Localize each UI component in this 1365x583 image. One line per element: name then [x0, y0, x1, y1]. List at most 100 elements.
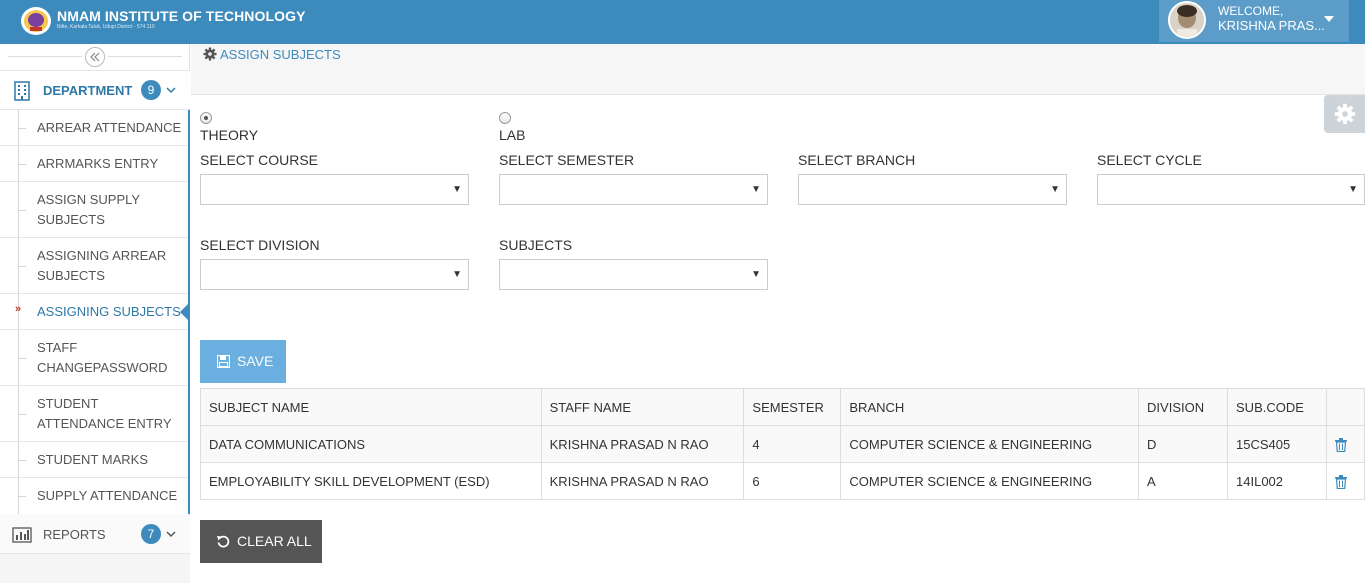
sidebar-item-label: ARRMARKS ENTRY [37, 156, 159, 171]
cell-semester: 4 [743, 425, 842, 463]
column-header-sub-code[interactable]: SUB.CODE [1227, 388, 1327, 426]
sidebar-item-arrear-attendance[interactable]: ARREAR ATTENDANCE [0, 110, 188, 146]
caret-down-icon: ▼ [751, 184, 761, 195]
collapse-sidebar-button[interactable] [85, 47, 105, 67]
subjects-select[interactable]: ▼ [499, 259, 768, 290]
caret-down-icon: ▼ [452, 184, 462, 195]
sidebar-item-arrmarks-entry[interactable]: ARRMARKS ENTRY [0, 146, 188, 182]
column-header-staff-name[interactable]: STAFF NAME [540, 388, 745, 426]
sidebar-item-supply-attendance[interactable]: SUPPLY ATTENDANCE [0, 478, 188, 514]
table-row: EMPLOYABILITY SKILL DEVELOPMENT (ESD) KR… [200, 462, 1365, 500]
count-badge: 7 [141, 524, 161, 544]
subjects-label: SUBJECTS [499, 237, 573, 253]
floppy-disk-icon [217, 355, 230, 368]
sidebar-item-label: ARREAR ATTENDANCE [37, 120, 182, 135]
sidebar-item-student-marks[interactable]: STUDENT MARKS [0, 442, 188, 478]
assigned-subjects-table: SUBJECT NAME STAFF NAME SEMESTER BRANCH … [200, 388, 1365, 500]
sidebar-item-label: DEPARTMENT [43, 83, 133, 98]
sidebar-item-student-attendance-entry[interactable]: STUDENT ATTENDANCE ENTRY [0, 386, 188, 442]
theory-radio[interactable] [200, 112, 212, 124]
cell-semester: 6 [743, 462, 842, 500]
cell-division: A [1138, 462, 1229, 500]
sidebar-item-label: ASSIGNING ARREAR SUBJECTS [37, 248, 167, 283]
user-menu[interactable]: WELCOME, KRISHNA PRAS... [1159, 0, 1349, 42]
cell-division: D [1138, 425, 1229, 463]
cell-subject-name: DATA COMMUNICATIONS [200, 425, 542, 463]
branch-label: SELECT BRANCH [798, 152, 916, 168]
save-button-label: SAVE [237, 353, 274, 369]
breadcrumb: ASSIGN SUBJECTS [191, 44, 1365, 95]
cell-actions [1325, 462, 1365, 500]
branch-select[interactable]: ▼ [798, 174, 1067, 205]
table-header-row: SUBJECT NAME STAFF NAME SEMESTER BRANCH … [200, 388, 1365, 426]
clear-all-button[interactable]: CLEAR ALL [200, 520, 322, 563]
caret-down-icon: ▼ [1348, 184, 1358, 195]
cycle-label: SELECT CYCLE [1097, 152, 1202, 168]
top-header: NMAM INSTITUTE OF TECHNOLOGY Nitte, Kark… [0, 0, 1365, 44]
caret-down-icon: ▼ [452, 269, 462, 280]
department-submenu: ARREAR ATTENDANCE ARRMARKS ENTRY ASSIGN … [0, 110, 190, 514]
column-header-subject-name[interactable]: SUBJECT NAME [200, 388, 542, 426]
cell-sub-code: 14IL002 [1227, 462, 1327, 500]
cell-staff-name: KRISHNA PRASAD N RAO [540, 425, 745, 463]
undo-icon [217, 535, 230, 548]
sidebar-footer [0, 554, 190, 583]
divider [108, 56, 182, 57]
column-header-division[interactable]: DIVISION [1138, 388, 1229, 426]
lab-radio-label: LAB [499, 127, 526, 143]
column-header-branch[interactable]: BRANCH [840, 388, 1140, 426]
course-label: SELECT COURSE [200, 152, 318, 168]
sidebar-item-label: SUPPLY ATTENDANCE [37, 488, 178, 503]
sidebar: DEPARTMENT 9 ARREAR ATTENDANCE ARRMARKS … [0, 44, 190, 583]
cell-subject-name: EMPLOYABILITY SKILL DEVELOPMENT (ESD) [200, 462, 542, 500]
caret-down-icon: ▼ [751, 269, 761, 280]
cell-branch: COMPUTER SCIENCE & ENGINEERING [840, 462, 1140, 500]
caret-down-icon: ▼ [1050, 184, 1060, 195]
double-chevron-left-icon [90, 52, 100, 62]
settings-panel-toggle[interactable] [1324, 95, 1365, 133]
building-icon [14, 81, 30, 101]
clear-all-button-label: CLEAR ALL [237, 533, 312, 549]
gear-icon [1334, 103, 1356, 125]
sidebar-item-assigning-subjects[interactable]: » ASSIGNING SUBJECTS [0, 294, 188, 330]
institute-address: Nitte, Karkala Taluk, Udupi District - 5… [57, 24, 155, 30]
gear-icon [203, 47, 217, 61]
trash-icon[interactable] [1334, 474, 1347, 489]
sidebar-item-assign-supply-subjects[interactable]: ASSIGN SUPPLY SUBJECTS [0, 182, 188, 238]
welcome-label: WELCOME, [1218, 4, 1284, 18]
sidebar-item-reports[interactable]: REPORTS 7 [0, 514, 190, 554]
sidebar-item-assigning-arrear-subjects[interactable]: ASSIGNING ARREAR SUBJECTS [0, 238, 188, 294]
course-select[interactable]: ▼ [200, 174, 469, 205]
division-select[interactable]: ▼ [200, 259, 469, 290]
college-logo-icon [21, 7, 51, 35]
theory-radio-label: THEORY [200, 127, 259, 143]
caret-down-icon[interactable] [1322, 12, 1336, 26]
trash-icon[interactable] [1334, 437, 1347, 452]
semester-select[interactable]: ▼ [499, 174, 768, 205]
cycle-select[interactable]: ▼ [1097, 174, 1365, 205]
breadcrumb-label[interactable]: ASSIGN SUBJECTS [220, 47, 341, 62]
chevron-down-icon[interactable] [165, 84, 177, 96]
cell-actions [1325, 425, 1365, 463]
active-pointer-icon [180, 302, 190, 322]
column-header-actions [1325, 388, 1365, 426]
sidebar-item-department[interactable]: DEPARTMENT 9 [0, 70, 190, 110]
cell-staff-name: KRISHNA PRASAD N RAO [540, 462, 745, 500]
active-arrow-icon: » [15, 303, 22, 315]
cell-sub-code: 15CS405 [1227, 425, 1327, 463]
sidebar-item-staff-changepassword[interactable]: STAFF CHANGEPASSWORD [0, 330, 188, 386]
semester-label: SELECT SEMESTER [499, 152, 635, 168]
lab-radio[interactable] [499, 112, 511, 124]
avatar [1168, 1, 1206, 39]
sidebar-item-label: REPORTS [43, 527, 106, 542]
user-name: KRISHNA PRAS... [1218, 18, 1325, 33]
count-badge: 9 [141, 80, 161, 100]
column-header-semester[interactable]: SEMESTER [743, 388, 842, 426]
sidebar-collapse-row [0, 44, 190, 70]
sidebar-item-label: STUDENT ATTENDANCE ENTRY [37, 396, 172, 431]
chevron-down-icon[interactable] [165, 528, 177, 540]
sidebar-item-label: STAFF CHANGEPASSWORD [37, 340, 168, 375]
save-button[interactable]: SAVE [200, 340, 286, 383]
table-row: DATA COMMUNICATIONS KRISHNA PRASAD N RAO… [200, 425, 1365, 463]
sidebar-item-label: ASSIGNING SUBJECTS [37, 304, 181, 319]
